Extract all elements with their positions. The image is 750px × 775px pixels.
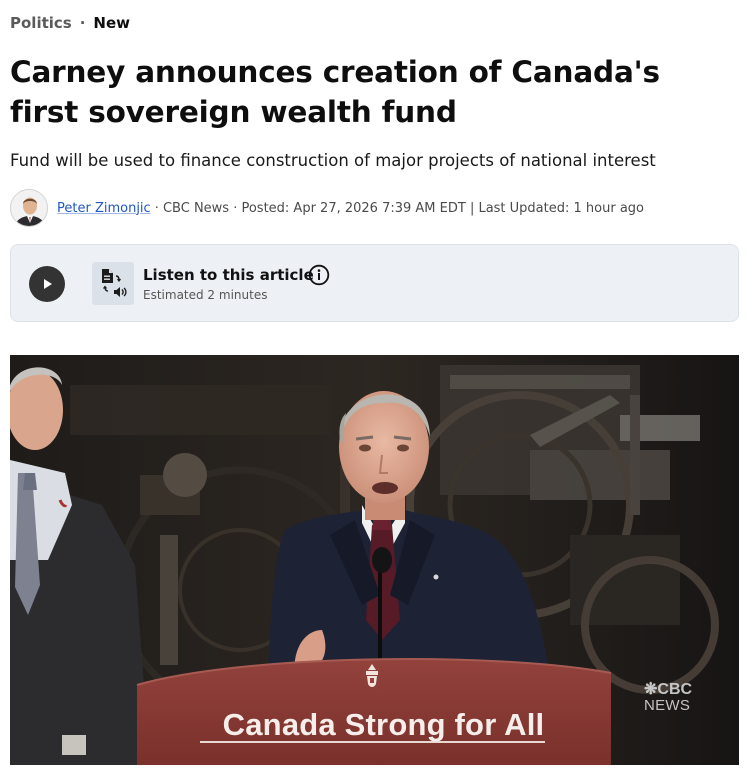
article-dek: Fund will be used to finance constructio… — [10, 151, 656, 170]
breadcrumb: Politics · New — [10, 14, 130, 32]
lead-photo[interactable]: Canada Strong for All ❋CBC NEWS — [10, 355, 739, 765]
author-avatar[interactable] — [10, 189, 48, 227]
watermark-line2: NEWS — [644, 697, 691, 714]
play-icon — [44, 279, 52, 289]
new-badge: New — [93, 14, 131, 32]
listen-to-article-panel: Listen to this article Estimated 2 minut… — [10, 244, 739, 322]
author-link[interactable]: Peter Zimonjic — [57, 201, 151, 216]
info-icon[interactable] — [308, 264, 330, 286]
listen-duration: Estimated 2 minutes — [143, 288, 268, 302]
watermark-line1: CBC — [657, 681, 693, 698]
podium-sign: Canada Strong for All — [222, 707, 545, 742]
listen-title: Listen to this article — [143, 266, 314, 284]
cbc-news-watermark: ❋CBC NEWS — [644, 682, 692, 714]
cbc-gem-icon: ❋ — [644, 681, 658, 698]
article-headline: Carney announces creation of Canada's fi… — [10, 55, 660, 129]
breadcrumb-separator: · — [79, 14, 86, 32]
play-button[interactable] — [29, 266, 65, 302]
byline-meta: · CBC News · Posted: Apr 27, 2026 7:39 A… — [154, 200, 644, 216]
byline: Peter Zimonjic · CBC News · Posted: Apr … — [10, 188, 644, 228]
breadcrumb-section-link[interactable]: Politics — [10, 14, 72, 32]
document-audio-icon — [92, 262, 134, 305]
